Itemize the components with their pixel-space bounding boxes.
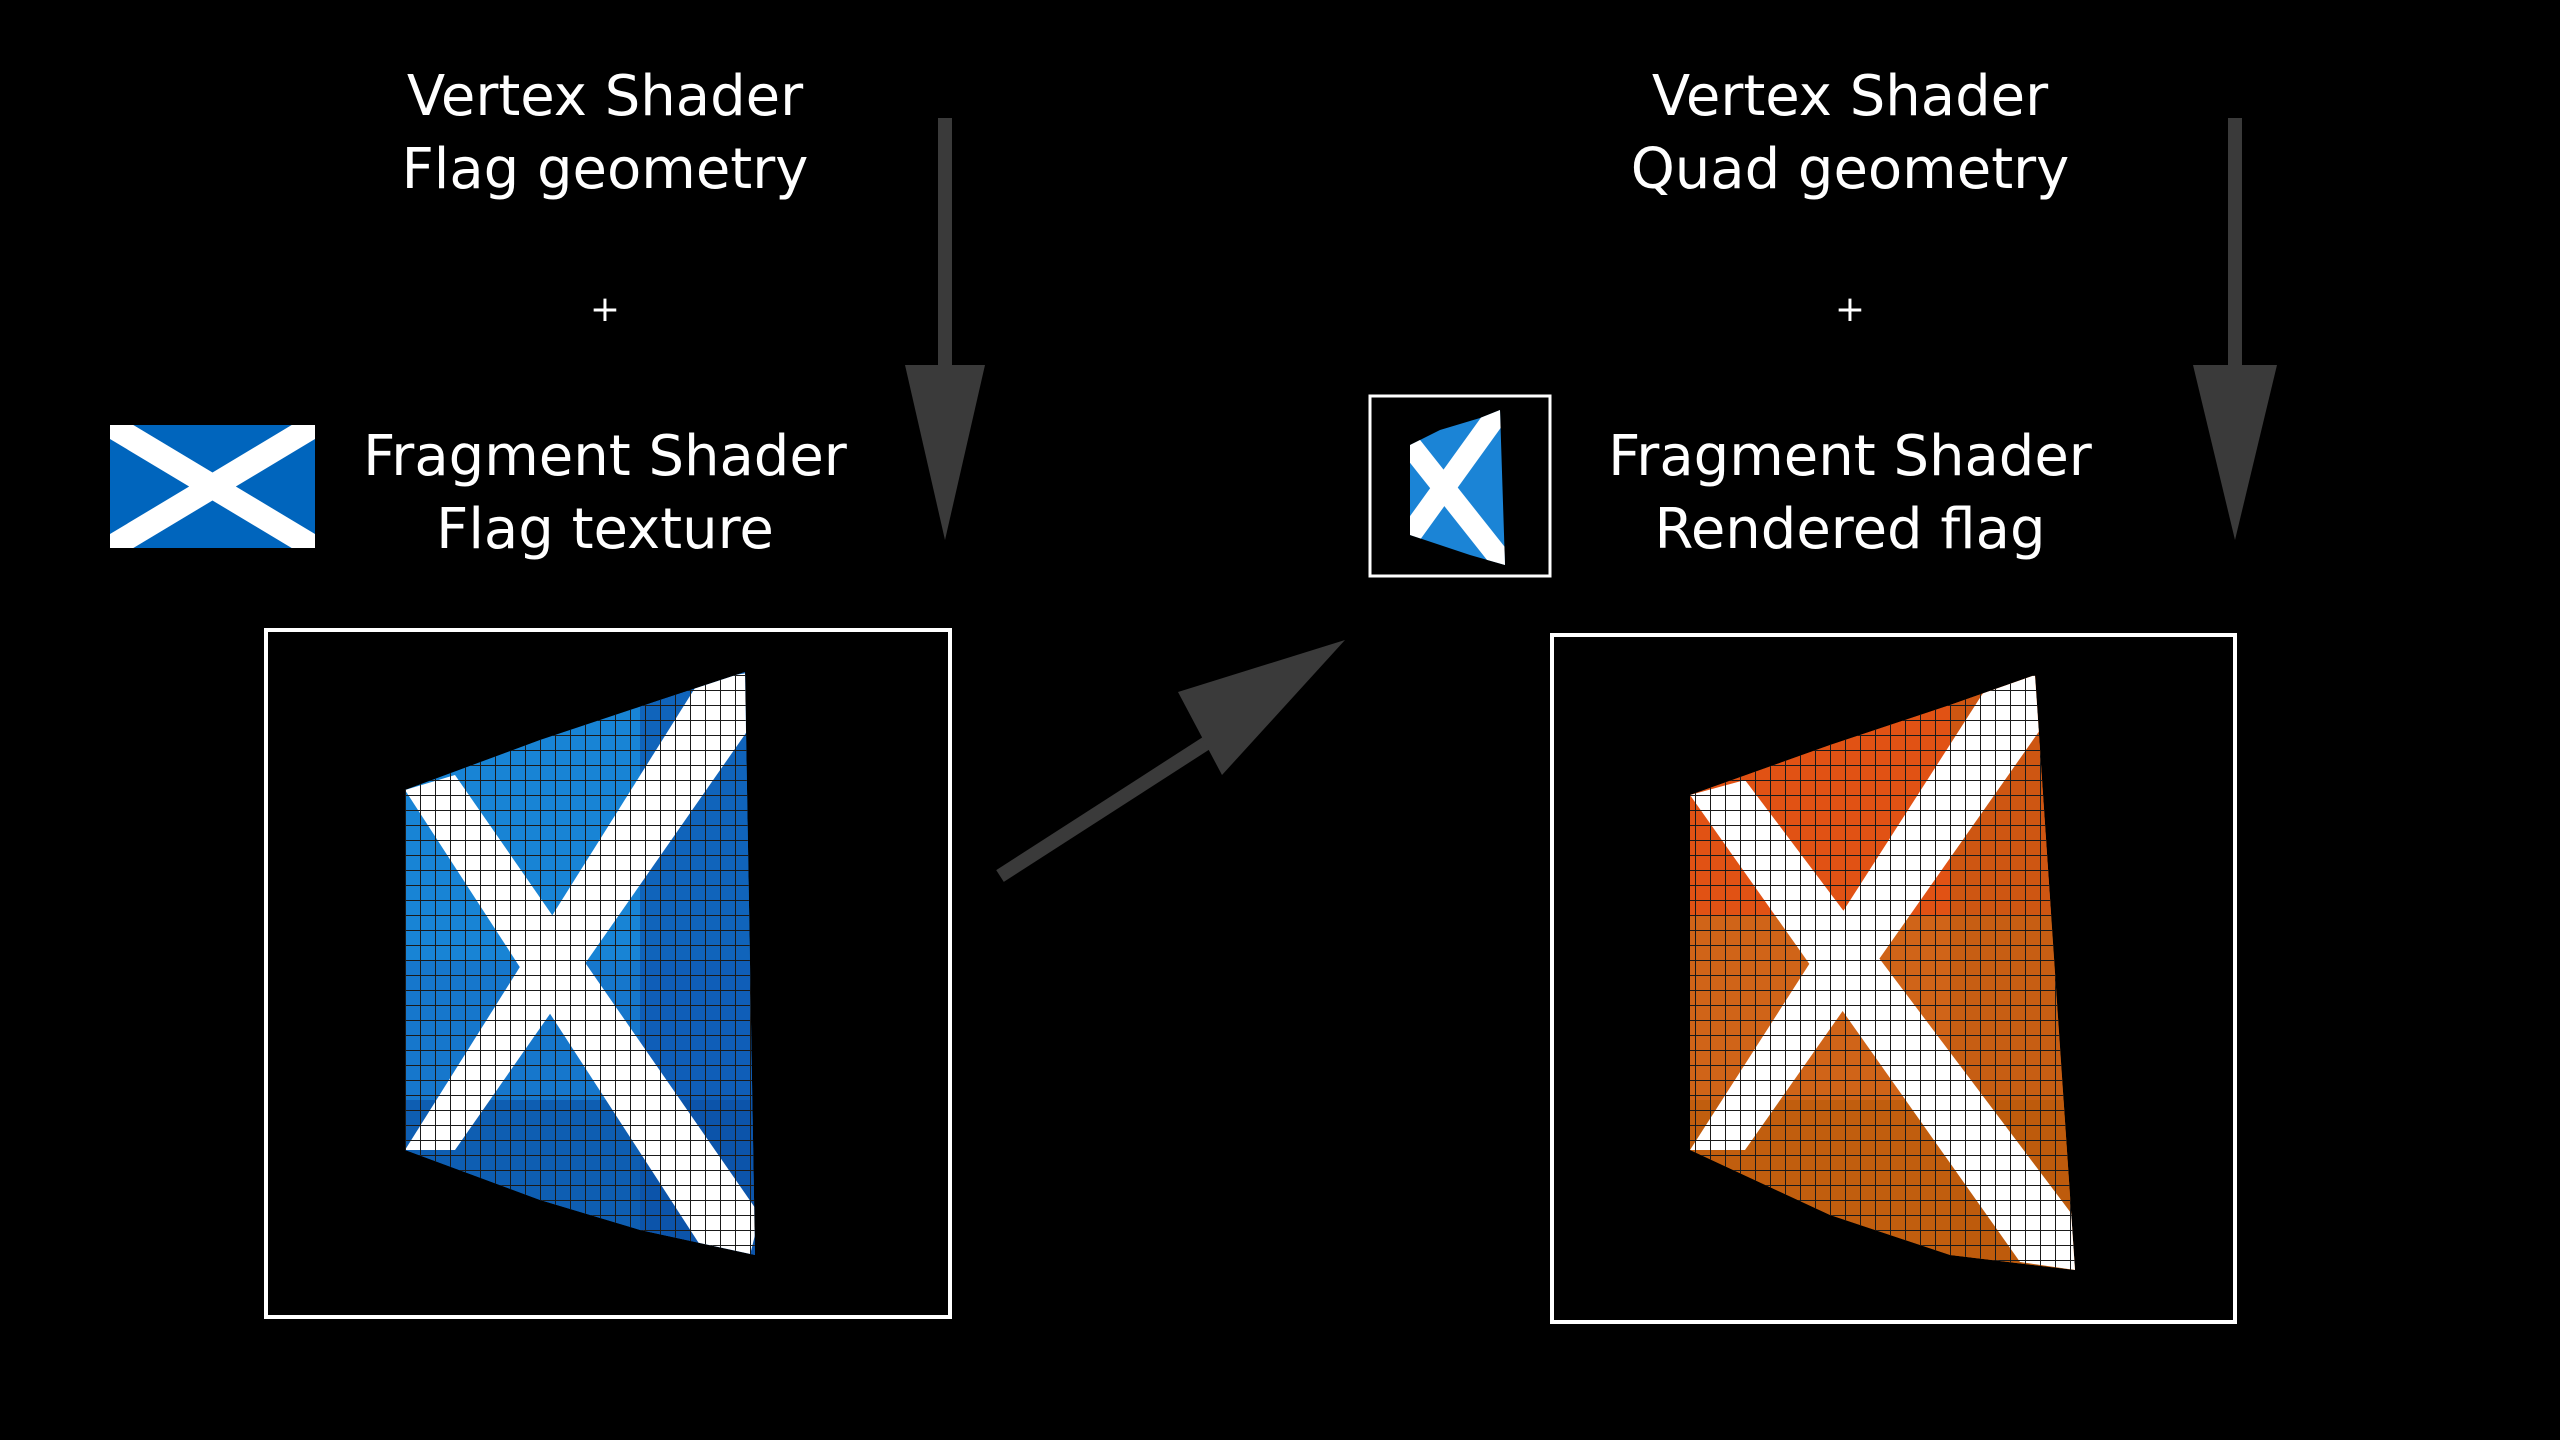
right-flag-render-panel: [1550, 633, 2237, 1324]
left-down-arrow: [905, 118, 985, 540]
saltire-flag-icon: [110, 425, 315, 548]
diagonal-arrow: [996, 640, 1345, 882]
right-down-arrow: [2193, 118, 2277, 540]
diagram-graphics: [110, 118, 2277, 1324]
shader-pipeline-diagram: Vertex Shader Flag geometry + Fragment S…: [0, 0, 2560, 1440]
rendered-flag-thumbnail-icon: [1368, 394, 1552, 578]
left-flag-render-panel: [264, 628, 952, 1319]
